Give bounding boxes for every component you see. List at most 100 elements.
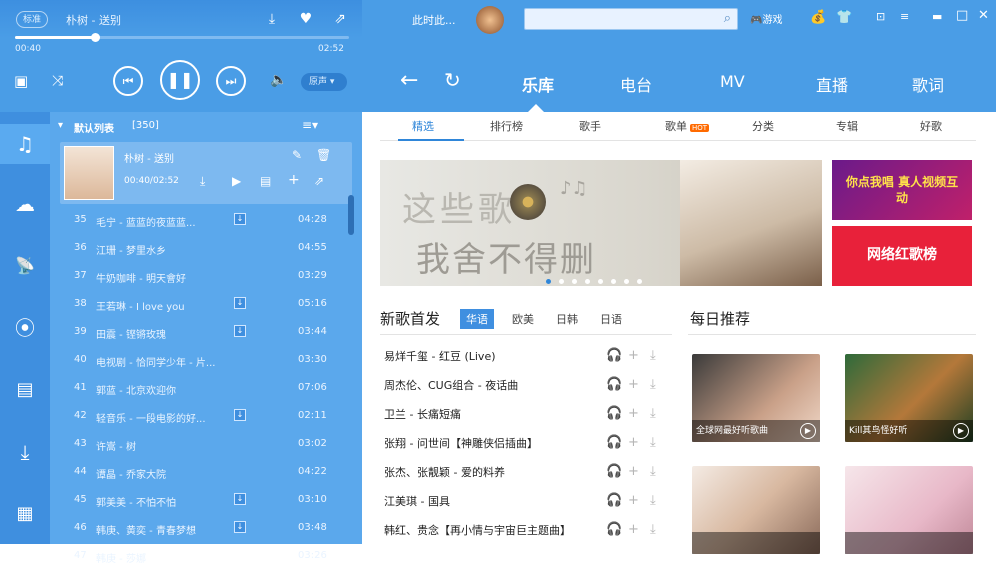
menu-icon[interactable]: ≡: [900, 10, 909, 23]
play-icon[interactable]: ▶: [953, 423, 969, 439]
headphones-icon[interactable]: 🎧: [606, 348, 622, 363]
new-song-item[interactable]: 周杰伦、CUG组合 - 夜话曲 🎧 + ⤓: [384, 377, 674, 401]
ad-web-hits[interactable]: 网络红歌榜: [832, 226, 972, 286]
tab-mv[interactable]: MV: [720, 72, 745, 91]
banner-carousel[interactable]: 这些歌 ♪♫ 我舍不得删: [380, 160, 822, 286]
subtab-categories[interactable]: 分类: [752, 118, 774, 134]
location-icon[interactable]: ⦿: [0, 308, 50, 348]
close-icon[interactable]: ✕: [978, 8, 989, 23]
maximize-icon[interactable]: □: [956, 8, 968, 23]
playlist-row[interactable]: 37 牛奶咖啡 - 明天會好 03:29: [50, 262, 350, 290]
subtab-singers[interactable]: 歌手: [579, 118, 601, 134]
download-icon[interactable]: ⤓: [650, 522, 656, 537]
new-song-item[interactable]: 易烊千玺 - 红豆 (Live) 🎧 + ⤓: [384, 348, 674, 372]
mv-icon[interactable]: ▶: [232, 174, 241, 188]
shuffle-icon[interactable]: ⤨: [52, 73, 63, 89]
money-bag-icon[interactable]: 💰: [810, 10, 826, 25]
subtab-featured[interactable]: 精选: [412, 118, 434, 134]
download-icon[interactable]: ⤓: [650, 435, 656, 450]
tab-library[interactable]: 乐库: [522, 72, 554, 96]
lang-japan-korea[interactable]: 日韩: [550, 309, 584, 329]
daily-item[interactable]: [845, 466, 973, 554]
headphones-icon[interactable]: 🎧: [606, 522, 622, 537]
download-icon[interactable]: ⤓: [0, 432, 50, 472]
mini-mode-icon[interactable]: ▣: [14, 72, 28, 90]
current-playing-item[interactable]: 朴树 - 送别 00:40/02:52 ✎ 🗑 ⤓ ▶ ▤ + ⇗: [60, 142, 352, 204]
playlist-row[interactable]: 35 毛宁 - 蓝蓝的夜蓝蓝... ↓ 04:28: [50, 206, 350, 234]
music-note-icon[interactable]: ♫: [0, 124, 50, 164]
headphones-icon[interactable]: 🎧: [606, 493, 622, 508]
lang-chinese[interactable]: 华语: [460, 309, 494, 329]
pause-button[interactable]: ❚❚: [160, 60, 200, 100]
minimize-icon[interactable]: ▬: [932, 10, 942, 23]
cloud-icon[interactable]: ☁: [0, 184, 50, 224]
carousel-dot[interactable]: [611, 279, 616, 284]
sound-effect-select[interactable]: 原声 ▾: [301, 73, 347, 91]
download-icon[interactable]: ⤓: [650, 348, 656, 363]
carousel-dot[interactable]: [559, 279, 564, 284]
playlist-header[interactable]: ▾ 默认列表 [350] ≡▾: [50, 112, 362, 140]
download-icon[interactable]: ⤓: [650, 464, 656, 479]
quality-button[interactable]: 标准: [16, 11, 49, 28]
headphones-icon[interactable]: 🎧: [606, 406, 622, 421]
local-music-icon[interactable]: ▤: [0, 370, 50, 410]
tab-live[interactable]: 直播: [816, 72, 848, 96]
carousel-dot[interactable]: [637, 279, 642, 284]
share-icon[interactable]: ⇗: [330, 10, 350, 28]
playlist-scrollbar[interactable]: [348, 195, 354, 235]
playlist-row[interactable]: 42 轻音乐 - 一段电影的好... ↓ 02:11: [50, 402, 350, 430]
tab-lyrics[interactable]: 歌词: [912, 72, 944, 96]
playlist-row[interactable]: 39 田震 - 铿锵玫瑰 ↓ 03:44: [50, 318, 350, 346]
playlist-row[interactable]: 47 韩庚 - 莎娜 03:26: [50, 542, 350, 570]
mini-player-icon[interactable]: ⊡: [876, 10, 885, 23]
playlist-row[interactable]: 40 电视剧 - 恰同学少年 - 片... 03:30: [50, 346, 350, 374]
playlist-row[interactable]: 41 郭蓝 - 北京欢迎你 07:06: [50, 374, 350, 402]
new-song-item[interactable]: 张杰、张靓颖 - 爱的料养 🎧 + ⤓: [384, 464, 674, 488]
delete-icon[interactable]: 🗑: [316, 148, 331, 162]
subtab-charts[interactable]: 排行榜: [490, 118, 523, 134]
playlist-row[interactable]: 43 许嵩 - 树 03:02: [50, 430, 350, 458]
carousel-dot[interactable]: [624, 279, 629, 284]
headphones-icon[interactable]: 🎧: [606, 435, 622, 450]
new-song-item[interactable]: 韩红、贵念【再小情与宇宙巨主题曲】 🎧 + ⤓: [384, 522, 674, 546]
heart-icon[interactable]: ♥: [296, 10, 316, 28]
ad-live-video[interactable]: 你点我唱 真人视频互动: [832, 160, 972, 220]
previous-button[interactable]: ⏮: [113, 66, 143, 96]
playlist-row[interactable]: 36 江珊 - 梦里水乡 04:55: [50, 234, 350, 262]
search-input[interactable]: ⌕: [524, 8, 738, 30]
subtab-playlists[interactable]: 歌单 HOT: [665, 118, 710, 134]
add-icon[interactable]: +: [628, 435, 639, 450]
add-icon[interactable]: +: [628, 406, 639, 421]
tab-radio[interactable]: 电台: [620, 72, 652, 96]
daily-item[interactable]: [692, 466, 820, 554]
download-icon[interactable]: ⤓: [650, 493, 656, 508]
add-icon[interactable]: +: [628, 377, 639, 392]
add-icon[interactable]: +: [628, 493, 639, 508]
edit-icon[interactable]: ✎: [292, 148, 302, 162]
username[interactable]: 此时此...: [412, 12, 456, 28]
add-icon[interactable]: +: [628, 348, 639, 363]
comment-icon[interactable]: ▤: [260, 174, 271, 188]
carousel-dot[interactable]: [598, 279, 603, 284]
refresh-icon[interactable]: ↻: [444, 68, 461, 92]
download-icon[interactable]: ⤓: [200, 174, 205, 189]
playlist-row[interactable]: 38 王若琳 - I love you ↓ 05:16: [50, 290, 350, 318]
apps-icon[interactable]: ▦: [0, 494, 50, 534]
download-icon[interactable]: ⤓: [650, 377, 656, 392]
progress-bar[interactable]: [15, 33, 349, 42]
search-icon[interactable]: ⌕: [724, 11, 731, 26]
lang-japanese[interactable]: 日语: [594, 309, 628, 329]
collapse-icon[interactable]: ▾: [58, 120, 63, 131]
add-icon[interactable]: +: [628, 522, 639, 537]
playlist-row[interactable]: 44 谭晶 - 乔家大院 04:22: [50, 458, 350, 486]
play-icon[interactable]: ▶: [800, 423, 816, 439]
lang-western[interactable]: 欧美: [506, 309, 540, 329]
new-song-item[interactable]: 江美琪 - 国具 🎧 + ⤓: [384, 493, 674, 517]
user-avatar[interactable]: [476, 6, 504, 34]
subtab-albums[interactable]: 专辑: [836, 118, 858, 134]
carousel-dot[interactable]: [572, 279, 577, 284]
next-button[interactable]: ⏭: [216, 66, 246, 96]
volume-icon[interactable]: 🔈: [270, 72, 287, 88]
share-icon[interactable]: ⇗: [314, 174, 324, 188]
skin-icon[interactable]: 👕: [836, 10, 852, 25]
